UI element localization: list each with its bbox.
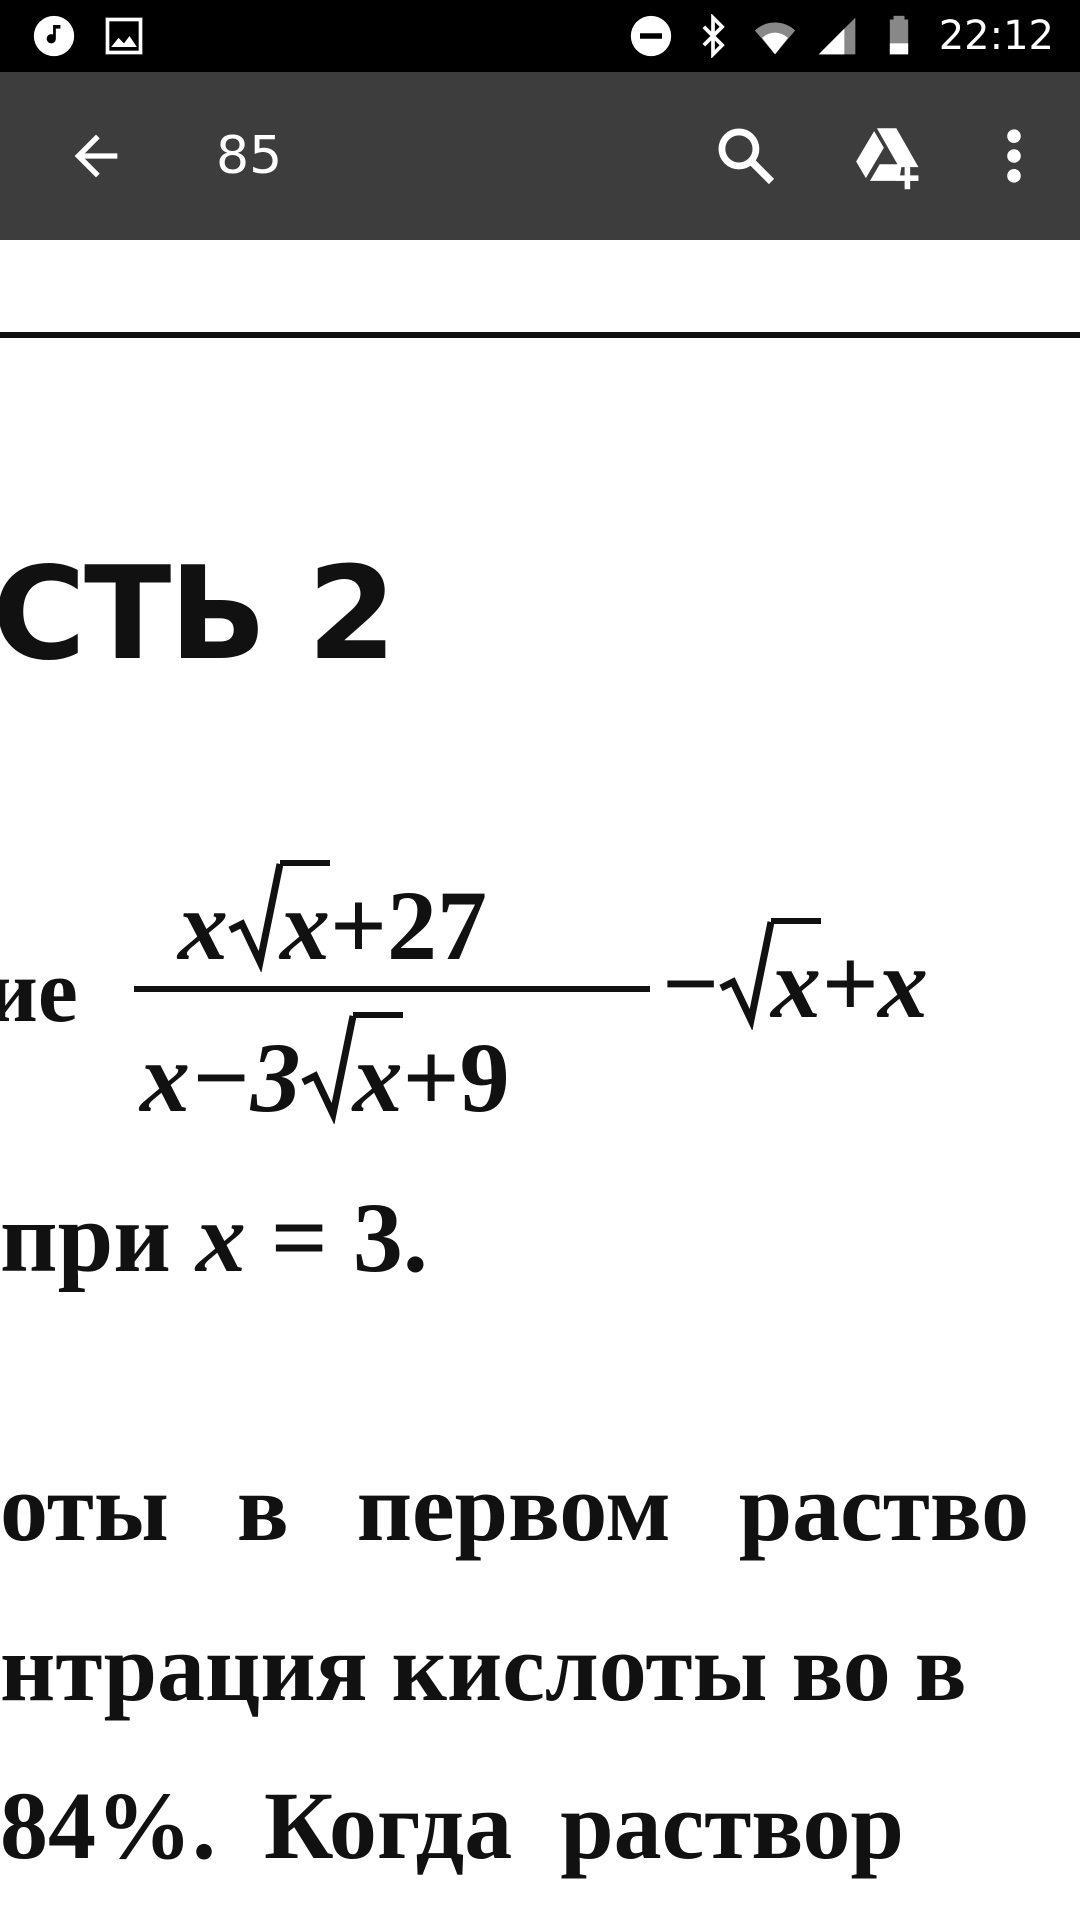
math-var: x−3 (140, 1022, 301, 1133)
music-note-icon (33, 15, 75, 57)
section-title: СТЬ 2 (0, 540, 396, 689)
condition-var: x (195, 1182, 246, 1293)
status-bar: 22:12 (0, 0, 1080, 72)
wifi-icon (754, 22, 795, 55)
text-line: нтрация кислоты во в (0, 1614, 967, 1721)
expression-tail: − x+x (662, 918, 928, 1041)
math-rest: +27 (330, 870, 487, 981)
radical-sign (228, 863, 284, 972)
bluetooth-icon (702, 14, 725, 58)
more-vert-icon[interactable] (990, 122, 1038, 190)
text-line: оты в первом раство (0, 1454, 1030, 1561)
fraction-denominator: x−3 x+9 (140, 1012, 510, 1135)
back-arrow-icon[interactable] (64, 124, 128, 188)
radical-sign (301, 1015, 357, 1124)
text-fragment: ие (0, 942, 78, 1041)
math-rest: +9 (402, 1022, 510, 1133)
fraction-bar (134, 986, 650, 992)
condition-text: при (0, 1182, 196, 1293)
sqrt-expression: x (228, 860, 330, 983)
radical-sign (719, 921, 775, 1030)
search-icon[interactable] (712, 122, 780, 190)
fraction-numerator: x x+27 (178, 860, 487, 983)
page-number-title: 85 (216, 126, 283, 186)
math-var: x (178, 870, 228, 981)
battery-icon (889, 15, 908, 55)
math-rest: +x (820, 928, 928, 1039)
status-time: 22:12 (938, 13, 1054, 59)
sqrt-expression: x (718, 918, 821, 1041)
text-line: 84%. Когда раствор (0, 1772, 904, 1879)
do-not-disturb-icon (630, 15, 671, 57)
cellular-signal-icon (818, 17, 856, 55)
drive-add-icon[interactable] (852, 122, 924, 190)
minus-sign: − (662, 928, 719, 1039)
app-bar: 85 (0, 72, 1080, 240)
image-icon (105, 17, 143, 55)
condition-line: при x = 3. (0, 1180, 428, 1295)
sqrt-expression: x (300, 1012, 403, 1135)
condition-rest: = 3. (245, 1182, 428, 1293)
horizontal-rule (0, 332, 1080, 338)
